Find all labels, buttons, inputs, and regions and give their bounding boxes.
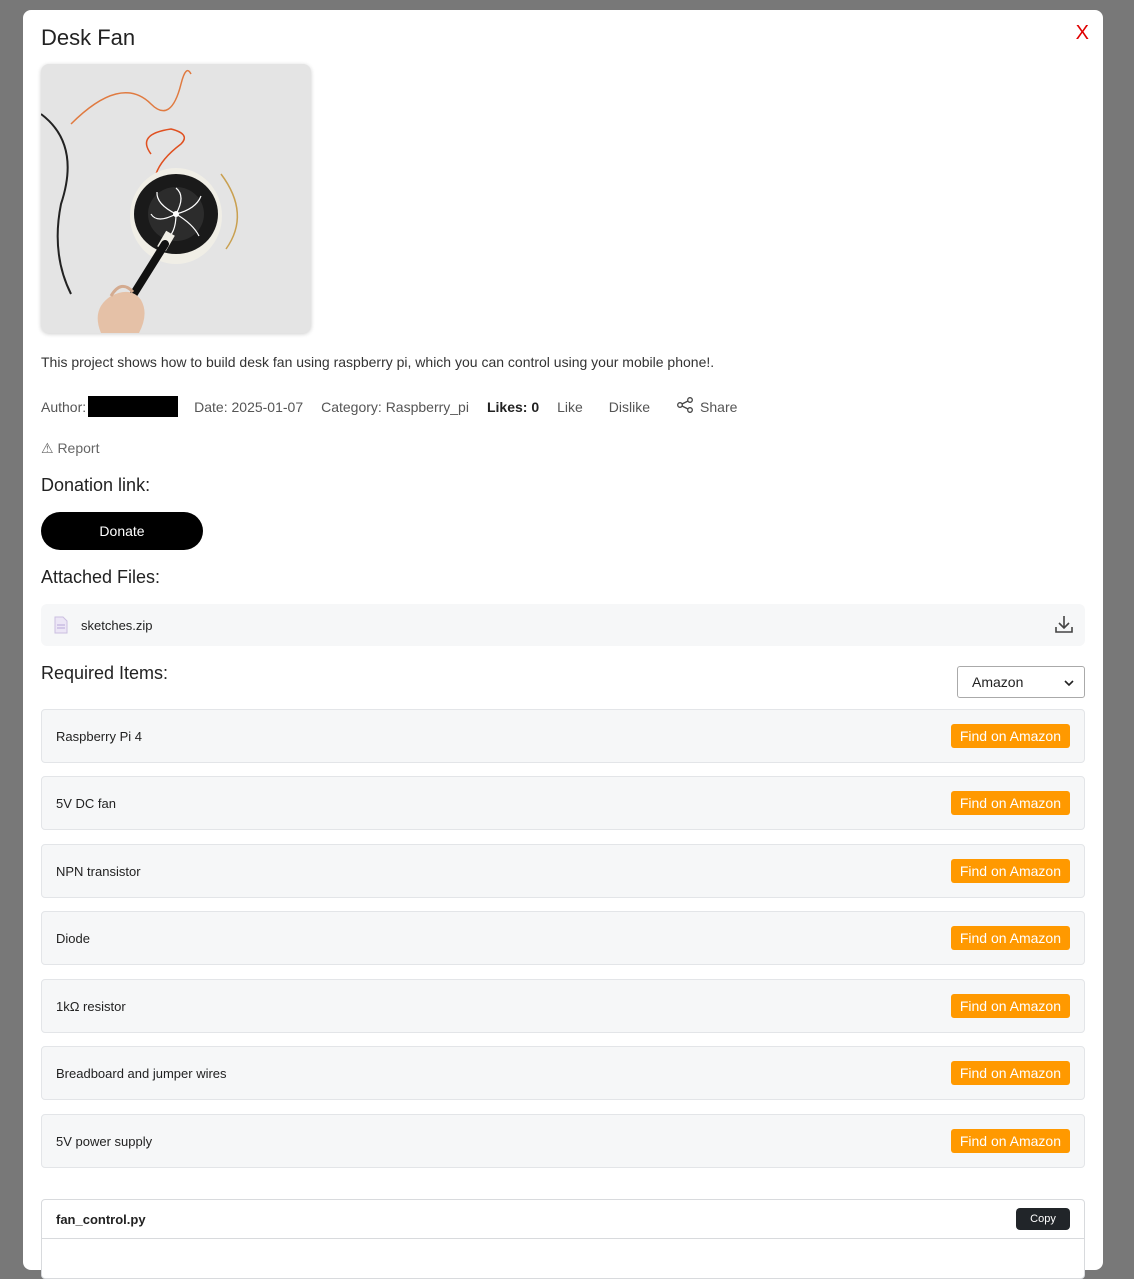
- required-item-row: 1kΩ resistor Find on Amazon: [41, 979, 1085, 1033]
- required-item-name: NPN transistor: [56, 863, 141, 879]
- project-modal: X Desk Fan This project shows how to bui…: [23, 10, 1103, 1279]
- file-icon: [53, 616, 69, 634]
- share-icon: [676, 396, 694, 417]
- find-on-amazon-button[interactable]: Find on Amazon: [950, 1129, 1070, 1153]
- donate-button[interactable]: Donate: [41, 512, 203, 550]
- code-header: fan_control.py Copy: [42, 1200, 1084, 1239]
- required-item-name: 1kΩ resistor: [56, 998, 126, 1014]
- find-on-amazon-button[interactable]: Find on Amazon: [950, 791, 1070, 815]
- close-button[interactable]: X: [1076, 22, 1089, 45]
- like-button[interactable]: Like: [557, 399, 583, 415]
- author-name-redacted: [88, 396, 179, 417]
- find-on-amazon-button[interactable]: Find on Amazon: [950, 926, 1070, 950]
- dislike-button[interactable]: Dislike: [609, 399, 650, 415]
- required-item-row: 5V power supply Find on Amazon: [41, 1114, 1085, 1168]
- find-on-amazon-button[interactable]: Find on Amazon: [950, 724, 1070, 748]
- find-on-amazon-button[interactable]: Find on Amazon: [950, 1061, 1070, 1085]
- required-item-row: Raspberry Pi 4 Find on Amazon: [41, 709, 1085, 763]
- required-item-row: Diode Find on Amazon: [41, 911, 1085, 965]
- code-filename: fan_control.py: [56, 1211, 146, 1227]
- chevron-down-icon: [1064, 674, 1074, 690]
- code-block: fan_control.py Copy: [41, 1199, 1085, 1279]
- share-button[interactable]: Share: [676, 396, 737, 417]
- required-item-row: 5V DC fan Find on Amazon: [41, 776, 1085, 830]
- project-meta: Author: Date: 2025-01-07 Category: Raspb…: [41, 396, 737, 417]
- find-on-amazon-button[interactable]: Find on Amazon: [950, 994, 1070, 1018]
- required-items-heading: Required Items:: [41, 663, 169, 683]
- store-select-value: Amazon: [972, 674, 1024, 690]
- date-text: Date: 2025-01-07: [194, 398, 304, 415]
- required-item-row: NPN transistor Find on Amazon: [41, 844, 1085, 898]
- required-item-name: 5V DC fan: [56, 795, 116, 811]
- project-description: This project shows how to build desk fan…: [41, 354, 715, 370]
- category-text: Category: Raspberry_pi: [321, 398, 469, 415]
- attached-files-heading: Attached Files:: [41, 567, 161, 587]
- copy-button[interactable]: Copy: [1016, 1208, 1070, 1230]
- share-label: Share: [700, 398, 738, 415]
- required-item-name: Diode: [56, 930, 90, 946]
- required-item-name: Breadboard and jumper wires: [56, 1065, 227, 1081]
- likes-count: Likes: 0: [486, 398, 540, 415]
- file-row[interactable]: sketches.zip: [41, 604, 1085, 646]
- report-link[interactable]: ⚠ Report: [41, 440, 99, 457]
- donation-heading: Donation link:: [41, 475, 151, 495]
- project-title: Desk Fan: [41, 25, 136, 50]
- required-item-row: Breadboard and jumper wires Find on Amaz…: [41, 1046, 1085, 1100]
- find-on-amazon-button[interactable]: Find on Amazon: [950, 859, 1070, 883]
- required-item-name: 5V power supply: [56, 1133, 153, 1149]
- project-photo: [41, 64, 311, 333]
- download-icon[interactable]: [1053, 613, 1075, 640]
- file-name[interactable]: sketches.zip: [81, 618, 153, 633]
- required-item-name: Raspberry Pi 4: [56, 728, 142, 744]
- author-label: Author:: [41, 398, 87, 415]
- store-select[interactable]: Amazon: [957, 666, 1085, 698]
